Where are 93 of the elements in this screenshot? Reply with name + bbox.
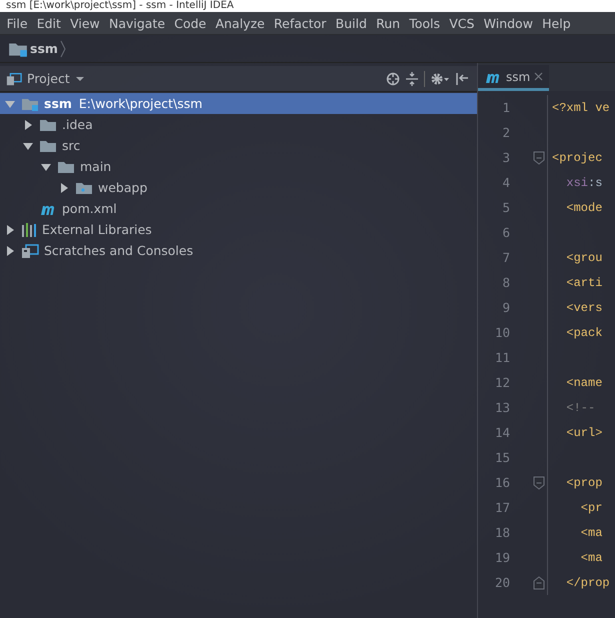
line-number: 16 xyxy=(494,475,510,490)
tree-label: External Libraries xyxy=(42,222,152,237)
code-line: <ma xyxy=(580,526,602,540)
menu-item[interactable]: Navigate xyxy=(104,16,170,30)
menu-item[interactable]: Help xyxy=(538,16,576,30)
menu-item[interactable]: Run xyxy=(372,16,405,30)
code-line: <ma xyxy=(580,550,602,564)
code-line: xsi:s xyxy=(565,176,602,190)
line-number: 18 xyxy=(494,525,510,540)
fold-end-icon[interactable] xyxy=(533,576,545,590)
line-number: 9 xyxy=(501,300,510,315)
line-number: 19 xyxy=(494,550,510,565)
tree-item[interactable]: src xyxy=(0,135,477,156)
library-bars-icon xyxy=(21,222,37,236)
console-icon xyxy=(6,72,22,86)
tree-item[interactable]: External Libraries xyxy=(0,219,477,240)
line-number: 13 xyxy=(494,400,510,415)
module-folder-icon xyxy=(21,96,39,110)
menu-item[interactable]: Tools xyxy=(404,16,445,30)
tree-label: ssm xyxy=(44,96,72,111)
code-line: </prop xyxy=(565,576,610,590)
code-line: <arti xyxy=(565,276,602,290)
folder-icon xyxy=(57,160,75,174)
line-number: 7 xyxy=(501,250,510,265)
close-icon[interactable] xyxy=(534,72,544,81)
line-number: 10 xyxy=(494,325,510,340)
code-line: <mode xyxy=(565,200,602,214)
tree-item[interactable]: pom.xml xyxy=(0,198,477,219)
tree-label: webapp xyxy=(98,180,148,195)
expand-arrow-icon[interactable] xyxy=(4,224,16,236)
editor-tab[interactable]: ssm xyxy=(478,65,550,91)
breadcrumb-item[interactable]: ssm xyxy=(30,41,58,56)
line-number: 4 xyxy=(501,175,510,190)
menu-item[interactable]: Analyze xyxy=(210,16,270,30)
tree-label: pom.xml xyxy=(62,201,117,216)
code-line: <?xml ve xyxy=(551,100,610,114)
target-icon[interactable] xyxy=(386,72,400,86)
menu-item[interactable]: File xyxy=(2,16,32,30)
panel-title[interactable]: Project xyxy=(27,71,70,86)
tree-label: .idea xyxy=(62,117,93,132)
tree-label: main xyxy=(80,159,112,174)
folder-icon xyxy=(39,138,57,152)
tree-path: E:\work\project\ssm xyxy=(78,96,202,111)
expand-arrow-icon[interactable] xyxy=(4,244,16,256)
code-line: <!-- xyxy=(565,400,596,414)
dropdown-caret-icon[interactable] xyxy=(74,74,85,82)
menu-item[interactable]: Window xyxy=(479,16,538,30)
code-line: <projec xyxy=(551,150,602,164)
menu-item[interactable]: Edit xyxy=(32,16,66,30)
expand-arrow-icon[interactable] xyxy=(22,118,34,130)
expand-arrow-icon[interactable] xyxy=(58,182,70,194)
menu-item[interactable]: Code xyxy=(170,16,211,30)
line-number: 11 xyxy=(494,350,510,365)
menu-item[interactable]: View xyxy=(66,16,104,30)
tree-item[interactable]: main xyxy=(0,156,477,177)
module-folder-icon xyxy=(8,40,28,56)
settings-icon[interactable] xyxy=(430,72,450,86)
menu-item[interactable]: Build xyxy=(330,16,372,30)
tree-label: src xyxy=(62,138,80,153)
line-number: 17 xyxy=(494,500,510,515)
folder-icon xyxy=(39,118,57,132)
chevron-icon xyxy=(60,40,66,58)
hide-panel-icon[interactable] xyxy=(455,72,469,86)
folder-icon xyxy=(75,180,93,194)
code-line: <name xyxy=(565,376,602,390)
line-number: 2 xyxy=(501,125,510,140)
code-line: <grou xyxy=(565,250,602,264)
tree-item[interactable]: Scratches and Consoles xyxy=(0,240,477,261)
fold-start-icon[interactable] xyxy=(533,476,545,490)
tree-label: Scratches and Consoles xyxy=(44,243,194,258)
line-number: 20 xyxy=(494,575,510,590)
window-title: ssm [E:\work\project\ssm] - ssm - IntelliJ IDEA xyxy=(6,0,234,12)
line-number: 5 xyxy=(501,200,510,215)
collapse-all-icon[interactable] xyxy=(405,72,419,86)
tree-item[interactable]: ssm E:\work\project\ssm xyxy=(0,93,477,114)
tree-item[interactable]: webapp xyxy=(0,177,477,198)
code-line: <pack xyxy=(565,326,602,340)
tree-item[interactable]: .idea xyxy=(0,114,477,135)
code-line: <prop xyxy=(565,476,602,490)
line-number: 12 xyxy=(494,375,510,390)
code-line: <vers xyxy=(565,300,602,314)
line-number: 15 xyxy=(494,450,510,465)
menu-item[interactable]: VCS xyxy=(444,16,480,30)
code-line: <url> xyxy=(565,426,602,440)
line-number: 6 xyxy=(501,225,510,240)
menu-item[interactable]: Refactor xyxy=(269,16,331,30)
console-icon xyxy=(21,244,39,258)
line-number: 8 xyxy=(501,275,510,290)
code-line: <pr xyxy=(580,500,602,514)
line-number: 3 xyxy=(501,150,510,165)
line-number: 1 xyxy=(501,100,510,115)
line-number: 14 xyxy=(494,425,510,440)
fold-start-icon[interactable] xyxy=(533,150,545,164)
